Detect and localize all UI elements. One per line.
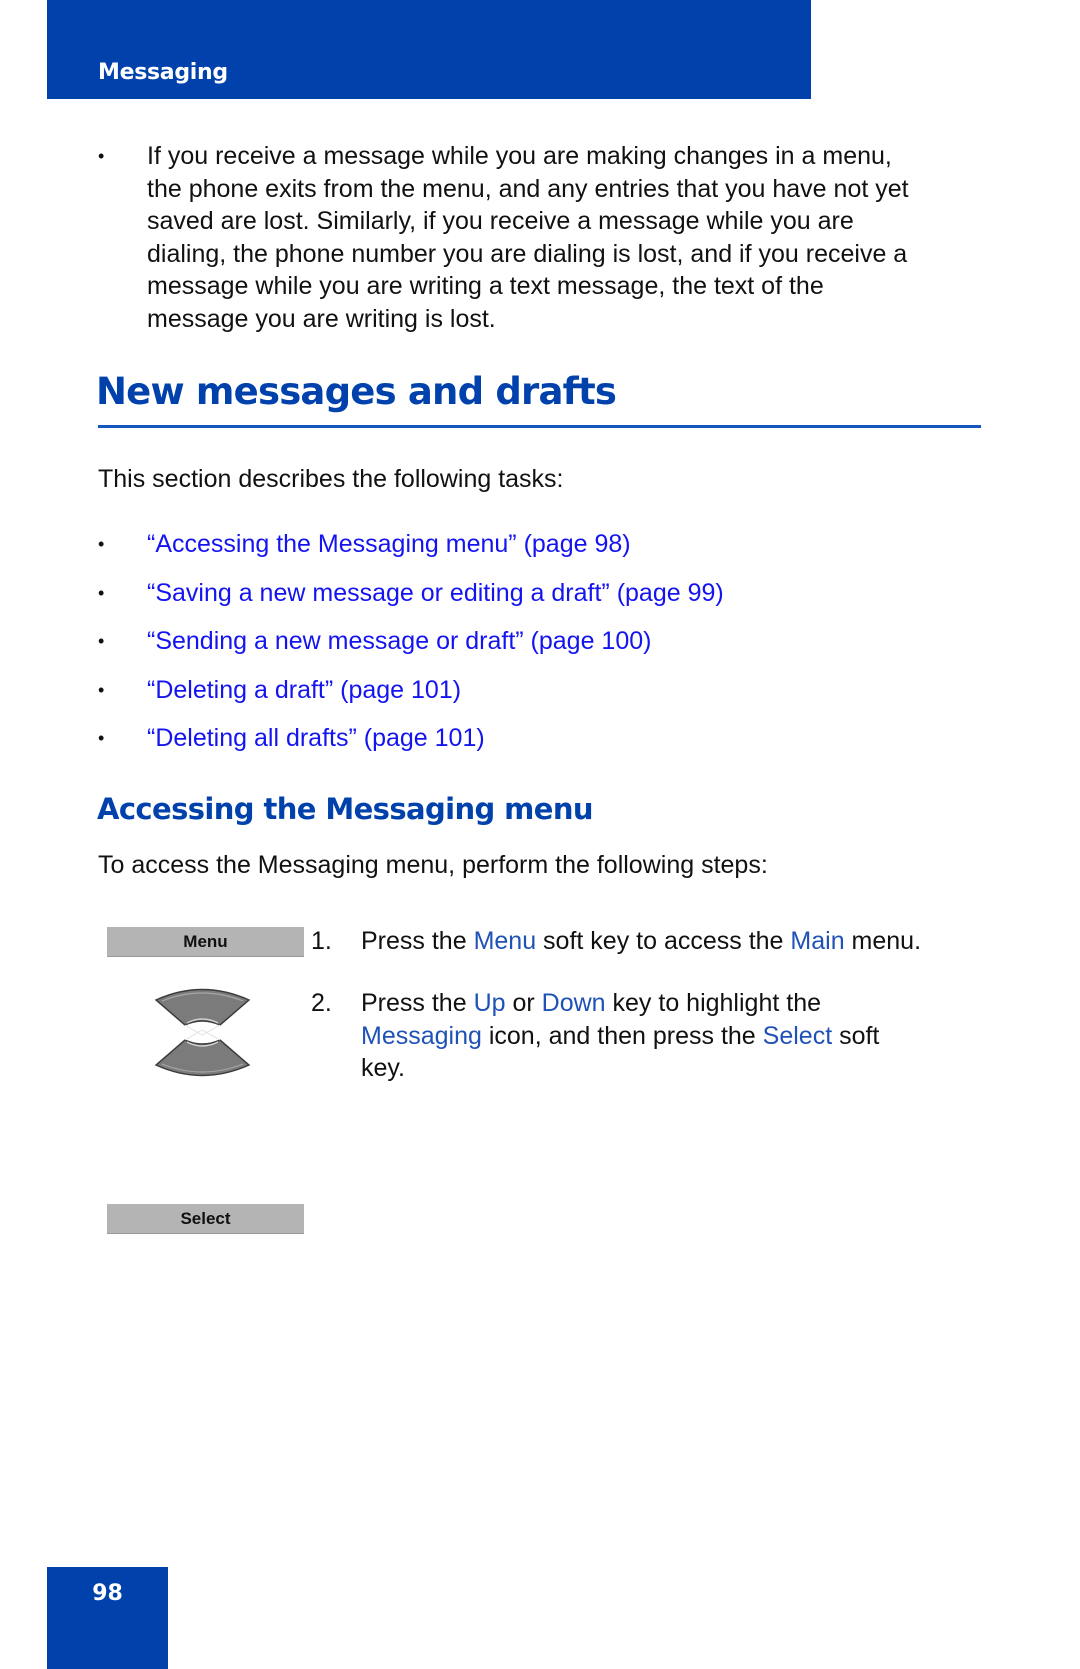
task-link-deleting-draft[interactable]: “Deleting a draft” (page 101) [147,674,461,706]
select-key-reference: Select [762,1021,833,1050]
note-line: If you receive a message while you are m… [147,142,892,170]
step-1-text: Press the Menu soft key to access the Ma… [361,925,981,958]
select-softkey-icon: Select [107,1204,304,1234]
step-text-fragment: or [505,989,542,1017]
step-number: 2. [311,989,332,1017]
page-number-box: 98 [47,1567,168,1669]
task-link-saving-new-message[interactable]: “Saving a new message or editing a draft… [147,577,724,609]
step-2-text: Press the Up or Down key to highlight th… [361,987,981,1085]
section-intro: This section describes the following tas… [98,465,564,493]
menu-key-reference: Menu [473,927,537,955]
bullet-icon: • [98,631,105,651]
messaging-icon-reference: Messaging [361,1021,482,1050]
subsection-intro: To access the Messaging menu, perform th… [98,851,768,879]
note-bullet: • [98,146,105,166]
step-number: 1. [311,927,332,955]
section-title-rule [98,425,981,428]
bullet-icon: • [98,583,105,603]
bullet-icon: • [98,534,105,554]
step-text-fragment: key to highlight the [605,989,821,1017]
bullet-icon: • [98,680,105,700]
subsection-title: Accessing the Messaging menu [97,792,594,826]
bullet-icon: • [98,728,105,748]
section-title: New messages and drafts [96,370,617,413]
step-text-fragment: icon, and then press the [481,1021,763,1050]
step-text-fragment: Press the [361,927,474,955]
menu-softkey-icon: Menu [107,927,304,957]
step-text-fragment: soft [832,1021,880,1050]
up-down-navigation-key-icon [150,985,255,1080]
step-text-fragment: key. [361,1054,405,1083]
step-text-fragment: soft key to access the [536,927,791,955]
up-key-reference: Up [473,989,506,1017]
note-line: dialing, the phone number you are dialin… [147,239,908,268]
task-link-accessing-messaging-menu[interactable]: “Accessing the Messaging menu” (page 98) [147,528,631,560]
note-line: the phone exits from the menu, and any e… [147,174,909,203]
task-link-sending-new-message[interactable]: “Sending a new message or draft” (page 1… [147,625,651,657]
down-key-reference: Down [541,989,606,1017]
note-line: saved are lost. Similarly, if you receiv… [147,207,854,236]
note-line: message you are writing is lost. [147,304,496,333]
step-line: key. [361,1052,981,1085]
step-text-fragment: menu. [844,927,922,955]
step-text-fragment: Press the [361,989,474,1017]
note-line: message while you are writing a text mes… [147,272,824,301]
note-paragraph: If you receive a message while you are m… [147,140,987,336]
main-menu-reference: Main [790,927,845,955]
page-number: 98 [92,1581,123,1606]
section-header-title: Messaging [98,60,228,85]
step-line: Press the Up or Down key to highlight th… [361,987,981,1020]
task-link-deleting-all-drafts[interactable]: “Deleting all drafts” (page 101) [147,722,485,754]
step-line: Messaging icon, and then press the Selec… [361,1020,981,1053]
